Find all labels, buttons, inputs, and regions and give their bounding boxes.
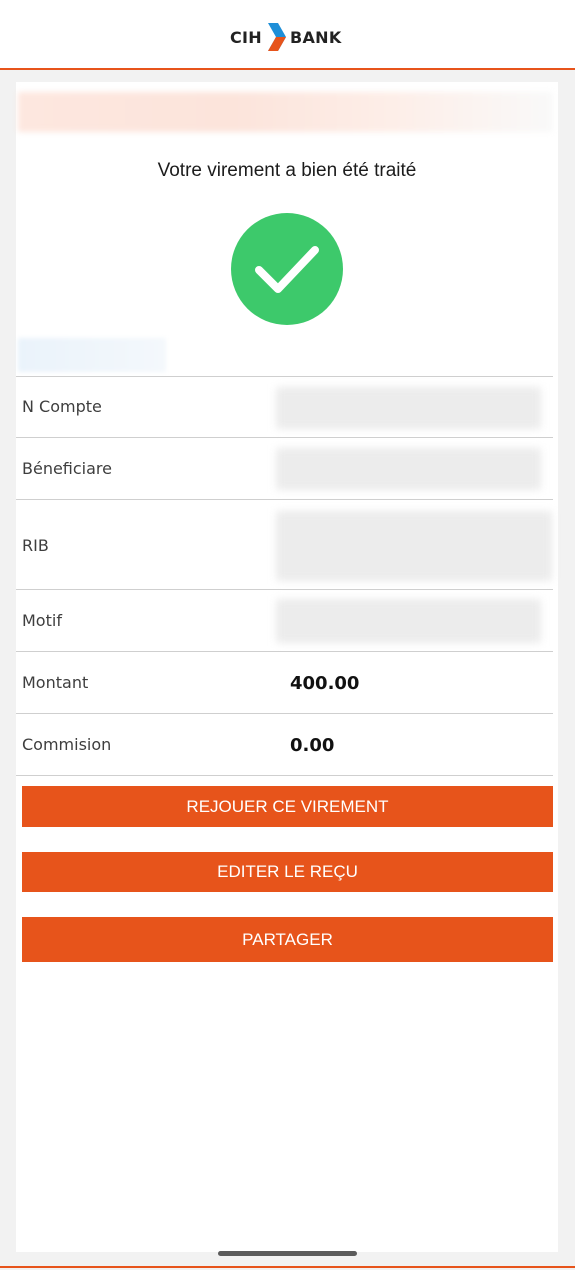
commission-row: Commision 0.00	[16, 713, 553, 776]
share-button[interactable]: PARTAGER	[22, 917, 553, 962]
brand-name-right: BANK	[290, 27, 342, 47]
redacted-banner	[18, 92, 553, 132]
redacted-account-value	[276, 387, 541, 429]
commission-label: Commision	[22, 735, 112, 754]
brand-name-left: CIH	[230, 27, 262, 47]
success-badge	[231, 213, 343, 325]
amount-value: 400.00	[290, 673, 360, 694]
amount-row: Montant 400.00	[16, 651, 553, 714]
motif-row: Motif	[16, 589, 553, 652]
account-row: N Compte	[16, 376, 553, 438]
cih-bank-logo: CIH BANK	[230, 22, 342, 52]
app-header: CIH BANK	[0, 0, 575, 70]
redacted-rib-value	[276, 511, 552, 581]
brand-chevron-icon	[268, 23, 286, 51]
edit-receipt-button[interactable]: EDITER LE REÇU	[22, 852, 553, 892]
amount-label: Montant	[22, 673, 89, 692]
home-indicator[interactable]	[218, 1251, 357, 1256]
account-label: N Compte	[22, 397, 102, 416]
rib-label: RIB	[22, 536, 49, 555]
redacted-date	[18, 338, 166, 372]
redacted-motif-value	[276, 599, 541, 643]
check-icon	[255, 246, 319, 293]
rib-row: RIB	[16, 499, 553, 590]
confirmation-message: Votre virement a bien été traité	[157, 160, 417, 181]
motif-label: Motif	[22, 611, 62, 630]
beneficiary-label: Béneficiare	[22, 459, 112, 478]
bottom-accent-line	[0, 1266, 575, 1268]
beneficiary-row: Béneficiare	[16, 437, 553, 500]
replay-transfer-button[interactable]: REJOUER CE VIREMENT	[22, 786, 553, 827]
transfer-confirmation-card: Votre virement a bien été traité N Compt…	[16, 82, 558, 1252]
commission-value: 0.00	[290, 735, 335, 756]
redacted-beneficiary-value	[276, 448, 541, 490]
